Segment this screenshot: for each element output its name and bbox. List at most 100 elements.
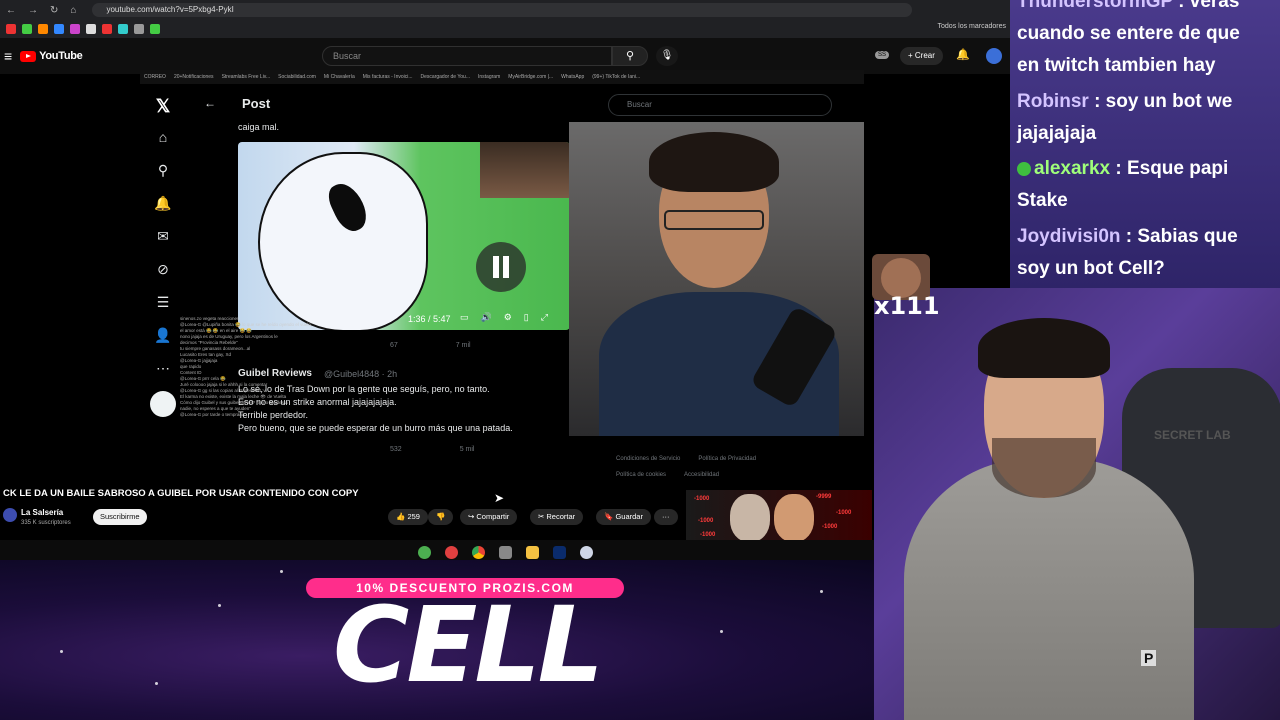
save-button[interactable]: 🔖 Guardar	[596, 509, 651, 525]
taskbar-app-icon[interactable]	[417, 545, 431, 559]
chat-message: Robinsr : soy un bot we	[1017, 86, 1232, 118]
chat-text: soy un bot Cell?	[1017, 258, 1165, 279]
subscribe-button[interactable]: Suscribirme	[93, 509, 147, 525]
bookmark-icon[interactable]	[54, 24, 64, 34]
more-icon[interactable]: ⋯	[148, 358, 178, 391]
messages-icon[interactable]: ✉	[148, 226, 178, 259]
inner-bookmark[interactable]: Streamlabs Free Liv...	[222, 74, 271, 80]
inner-bookmark[interactable]: MyAirBridge.com |...	[508, 74, 553, 80]
view-count[interactable]: 7 mil	[456, 342, 471, 349]
streamer-webcam: SECRET LAB P	[874, 288, 1280, 720]
chat-text: cuando se entere de que	[1017, 23, 1240, 44]
overlay-chat: sinenos.zo vegeta reacciones @Lorea-G @Lu…	[180, 316, 350, 418]
profile-icon[interactable]: 👤	[148, 325, 178, 358]
back-arrow-icon[interactable]: ←	[204, 96, 216, 110]
bookmarks-bar: Todos los marcadores	[0, 20, 1010, 38]
inner-bookmark[interactable]: Mi Chavalería	[324, 74, 355, 80]
search-icon[interactable]: ⚲	[148, 160, 178, 193]
dislike-button[interactable]: 👎	[428, 509, 454, 525]
bookmark-icon[interactable]	[134, 24, 144, 34]
chair-logo: SECRET LAB	[1154, 428, 1231, 442]
url-bar[interactable]: youtube.com/watch?v=5Pxbg4-PykI	[92, 3, 913, 17]
reply-view-count[interactable]: 5 mil	[460, 446, 475, 453]
lists-icon[interactable]: ☰	[148, 292, 178, 325]
like-count[interactable]: 67	[390, 342, 398, 349]
inner-bookmark[interactable]: Descargador de You...	[421, 74, 470, 80]
clip-label: Recortar	[546, 512, 576, 521]
search-icon[interactable]: ⚲	[612, 46, 648, 66]
back-icon[interactable]: ←	[6, 5, 16, 16]
create-button[interactable]: + Crear	[900, 47, 943, 65]
account-avatar[interactable]	[986, 48, 1002, 64]
footer-link[interactable]: Política de cookies	[616, 472, 666, 478]
x-logo-icon[interactable]: 𝕏	[148, 96, 178, 117]
pause-icon[interactable]	[476, 242, 526, 292]
youtube-search-input[interactable]: Buscar	[322, 46, 612, 66]
x-footer-links-2: Política de cookies Accesibilidad	[616, 472, 719, 478]
video-player[interactable]: CORREO 20+Notificaciones Streamlabs Free L…	[140, 70, 864, 480]
tweet-video[interactable]: 1:36 / 5:47 ▭🔊⚙▯⤢	[238, 142, 570, 330]
forward-icon[interactable]: →	[28, 5, 38, 16]
facecam-inset	[480, 142, 570, 198]
footer-link[interactable]: Política de Privacidad	[698, 456, 756, 462]
bookmark-icon[interactable]	[118, 24, 128, 34]
reload-icon[interactable]: ↻	[50, 5, 58, 16]
chat-username: Joydivisi0n	[1017, 226, 1121, 247]
compose-post-button[interactable]	[150, 391, 176, 417]
chrome-icon[interactable]	[471, 545, 485, 559]
chat-message: cuando se entere de que	[1017, 18, 1240, 50]
taskbar-app-icon[interactable]	[579, 545, 593, 559]
microphone-icon[interactable]: 🎙	[656, 46, 678, 66]
menu-icon[interactable]: ≡	[4, 48, 12, 64]
home-icon[interactable]: ⌂	[70, 5, 76, 16]
chat-message: Joydivisi0n : Sabias que	[1017, 221, 1238, 253]
inner-bookmark[interactable]: CORREO	[144, 74, 166, 80]
home-icon[interactable]: ⌂	[148, 127, 178, 160]
notifications-icon[interactable]: 🔔	[148, 193, 178, 226]
streamer-hair	[978, 318, 1110, 378]
channel-name[interactable]: La Salsería	[21, 508, 63, 517]
bookmark-icon[interactable]	[86, 24, 96, 34]
all-bookmarks-link[interactable]: Todos los marcadores	[938, 23, 1006, 30]
reply-like-count[interactable]: 532	[390, 446, 402, 453]
more-actions-button[interactable]: ···	[654, 509, 678, 525]
inner-bookmark[interactable]: 20+Notificaciones	[174, 74, 214, 80]
grok-icon[interactable]: ⊘	[148, 259, 178, 292]
bookmark-icon[interactable]	[70, 24, 80, 34]
channel-avatar[interactable]	[3, 508, 17, 522]
taskbar-app-icon[interactable]	[444, 545, 458, 559]
photoshop-icon[interactable]	[552, 545, 566, 559]
bookmark-icon[interactable]	[150, 24, 160, 34]
bookmark-icon[interactable]	[6, 24, 16, 34]
inner-bookmark[interactable]: (99+) TikTok de Iani...	[592, 74, 640, 80]
star	[60, 650, 63, 653]
footer-link[interactable]: Condiciones de Servicio	[616, 456, 680, 462]
notifications-bell-icon[interactable]: 🔔	[956, 48, 970, 61]
chat-text: : veras	[1178, 0, 1240, 12]
taskbar-app-icon[interactable]	[498, 545, 512, 559]
meme-face	[730, 494, 770, 542]
inner-bookmark[interactable]: WhatsApp	[561, 74, 584, 80]
inner-bookmark[interactable]: Instagram	[478, 74, 500, 80]
stream-frame: ← → ↻ ⌂ youtube.com/watch?v=5Pxbg4-PykI …	[0, 0, 1280, 720]
footer-link[interactable]: Accesibilidad	[684, 472, 719, 478]
share-button[interactable]: ↪ Compartir	[460, 509, 518, 525]
x-search-input[interactable]: Buscar	[608, 94, 832, 116]
like-button[interactable]: 👍 259	[388, 509, 428, 525]
folder-icon[interactable]	[525, 545, 539, 559]
chat-message: en twitch tambien hay	[1017, 50, 1215, 82]
bookmark-icon[interactable]	[38, 24, 48, 34]
video-controls[interactable]: ▭🔊⚙▯⤢	[460, 312, 560, 323]
inner-bookmark[interactable]: Sociabilidad.com	[278, 74, 316, 80]
chat-text: : Sabias que	[1125, 226, 1238, 247]
inner-bookmarks-bar: CORREO 20+Notificaciones Streamlabs Free L…	[140, 70, 864, 84]
youtube-logo[interactable]: YouTube	[20, 50, 83, 62]
bookmark-icon[interactable]	[102, 24, 112, 34]
youtube-logo-text: YouTube	[39, 50, 83, 62]
chat-username: Robinsr	[1017, 91, 1089, 112]
chat-message: Stake	[1017, 185, 1068, 217]
inner-bookmark[interactable]: Mis facturas - Invoici...	[363, 74, 413, 80]
chat-text: jajajajaja	[1017, 123, 1097, 144]
clip-button[interactable]: ✂ Recortar	[530, 509, 584, 525]
bookmark-icon[interactable]	[22, 24, 32, 34]
